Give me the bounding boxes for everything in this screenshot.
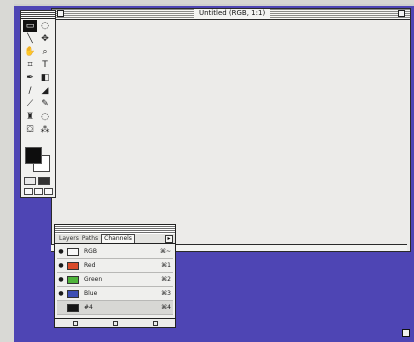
new-icon[interactable] xyxy=(152,320,158,326)
channel-row-red[interactable]: ● Red ⌘1 xyxy=(57,259,173,273)
channel-list: ● RGB ⌘~ ● Red ⌘1 ● Green ⌘2 ● Blue ⌘3 #… xyxy=(57,245,173,315)
mask-mode-buttons xyxy=(24,177,54,186)
channel-row-alpha[interactable]: #4 ⌘4 xyxy=(57,301,173,315)
channels-palette[interactable]: Layers Paths Channels ▸ ● RGB ⌘~ ● Red ⌘… xyxy=(54,224,176,328)
move-icon[interactable]: ✥ xyxy=(38,33,52,45)
channel-shortcut: ⌘2 xyxy=(161,276,171,283)
toolbox[interactable]: ▭ ◌ ╲ ✥ ✋ ⌕ ⌗ T ✒ ◧ ∕ ◢ ⟋ ✎ ♜ ◌ ⛋ ⁂ xyxy=(20,10,56,198)
channel-name: #4 xyxy=(84,304,93,311)
palette-tabs: Layers Paths Channels xyxy=(55,234,175,244)
type-icon[interactable]: T xyxy=(38,59,52,71)
zoom-box-icon[interactable] xyxy=(398,10,405,17)
tab-channels[interactable]: Channels xyxy=(101,234,135,243)
toolbox-titlebar[interactable] xyxy=(21,11,55,19)
bucket-icon[interactable]: ⛋ xyxy=(23,124,37,136)
channel-thumbnail xyxy=(67,275,79,284)
resize-icon[interactable] xyxy=(402,329,410,337)
channel-row-rgb[interactable]: ● RGB ⌘~ xyxy=(57,245,173,259)
full-screen-icon[interactable] xyxy=(44,188,53,195)
close-icon[interactable] xyxy=(57,10,64,17)
standard-mode-icon[interactable] xyxy=(24,177,36,185)
brush-icon[interactable]: ∕ xyxy=(23,85,37,97)
hand-icon[interactable]: ✋ xyxy=(23,46,37,58)
channel-name: Red xyxy=(84,262,96,269)
airbrush-icon[interactable]: ⟋ xyxy=(23,98,37,110)
tab-paths[interactable]: Paths xyxy=(82,235,98,243)
eye-icon[interactable]: ● xyxy=(57,290,65,297)
document-window[interactable]: Untitled (RGB, 1:1) xyxy=(51,8,411,252)
gradient-icon[interactable]: ◧ xyxy=(38,72,52,84)
marquee-icon[interactable]: ▭ xyxy=(23,20,37,32)
stamp-icon[interactable]: ♜ xyxy=(23,111,37,123)
pen-icon[interactable]: ✒ xyxy=(23,72,37,84)
channel-shortcut: ⌘3 xyxy=(161,290,171,297)
channel-shortcut: ⌘1 xyxy=(161,262,171,269)
pencil-icon[interactable]: ✎ xyxy=(38,98,52,110)
channel-name: Green xyxy=(84,276,103,283)
screen-mode-buttons xyxy=(24,188,54,196)
channel-thumbnail xyxy=(67,261,79,270)
channel-thumbnail xyxy=(67,247,79,256)
foreground-color-swatch[interactable] xyxy=(25,147,42,164)
footer-divider xyxy=(55,318,175,319)
tab-layers[interactable]: Layers xyxy=(59,235,79,243)
channel-name: Blue xyxy=(84,290,98,297)
monitor-bezel-top xyxy=(0,0,414,4)
quick-mask-icon[interactable] xyxy=(38,177,50,185)
palette-menu-icon[interactable]: ▸ xyxy=(165,235,173,243)
eye-icon[interactable]: ● xyxy=(57,248,65,255)
crop-icon[interactable]: ⌗ xyxy=(23,59,37,71)
channel-row-blue[interactable]: ● Blue ⌘3 xyxy=(57,287,173,301)
full-screen-menu-icon[interactable] xyxy=(34,188,43,195)
page-icon[interactable] xyxy=(72,320,78,326)
document-titlebar[interactable]: Untitled (RGB, 1:1) xyxy=(52,9,410,20)
dropper-icon[interactable]: ⁂ xyxy=(38,124,52,136)
monitor-bezel-left xyxy=(0,0,14,342)
channel-thumbnail xyxy=(67,289,79,298)
eye-icon[interactable]: ● xyxy=(57,276,65,283)
channel-shortcut: ⌘~ xyxy=(159,248,171,255)
eraser-icon[interactable]: ◢ xyxy=(38,85,52,97)
zoom-icon[interactable]: ⌕ xyxy=(38,46,52,58)
palette-footer xyxy=(55,318,175,327)
image-canvas[interactable] xyxy=(52,20,408,248)
line-icon[interactable]: ╲ xyxy=(23,33,37,45)
standard-screen-icon[interactable] xyxy=(24,188,33,195)
color-swatches[interactable] xyxy=(25,147,53,173)
blur-icon[interactable]: ◌ xyxy=(38,111,52,123)
trash-icon[interactable] xyxy=(112,320,118,326)
channel-name: RGB xyxy=(84,248,97,255)
tool-grid: ▭ ◌ ╲ ✥ ✋ ⌕ ⌗ T ✒ ◧ ∕ ◢ ⟋ ✎ ♜ ◌ ⛋ ⁂ xyxy=(23,20,53,136)
document-title: Untitled (RGB, 1:1) xyxy=(194,9,271,18)
channel-thumbnail xyxy=(67,303,79,312)
channel-row-green[interactable]: ● Green ⌘2 xyxy=(57,273,173,287)
channel-shortcut: ⌘4 xyxy=(161,304,171,311)
lasso-icon[interactable]: ◌ xyxy=(38,20,52,32)
eye-icon[interactable]: ● xyxy=(57,262,65,269)
